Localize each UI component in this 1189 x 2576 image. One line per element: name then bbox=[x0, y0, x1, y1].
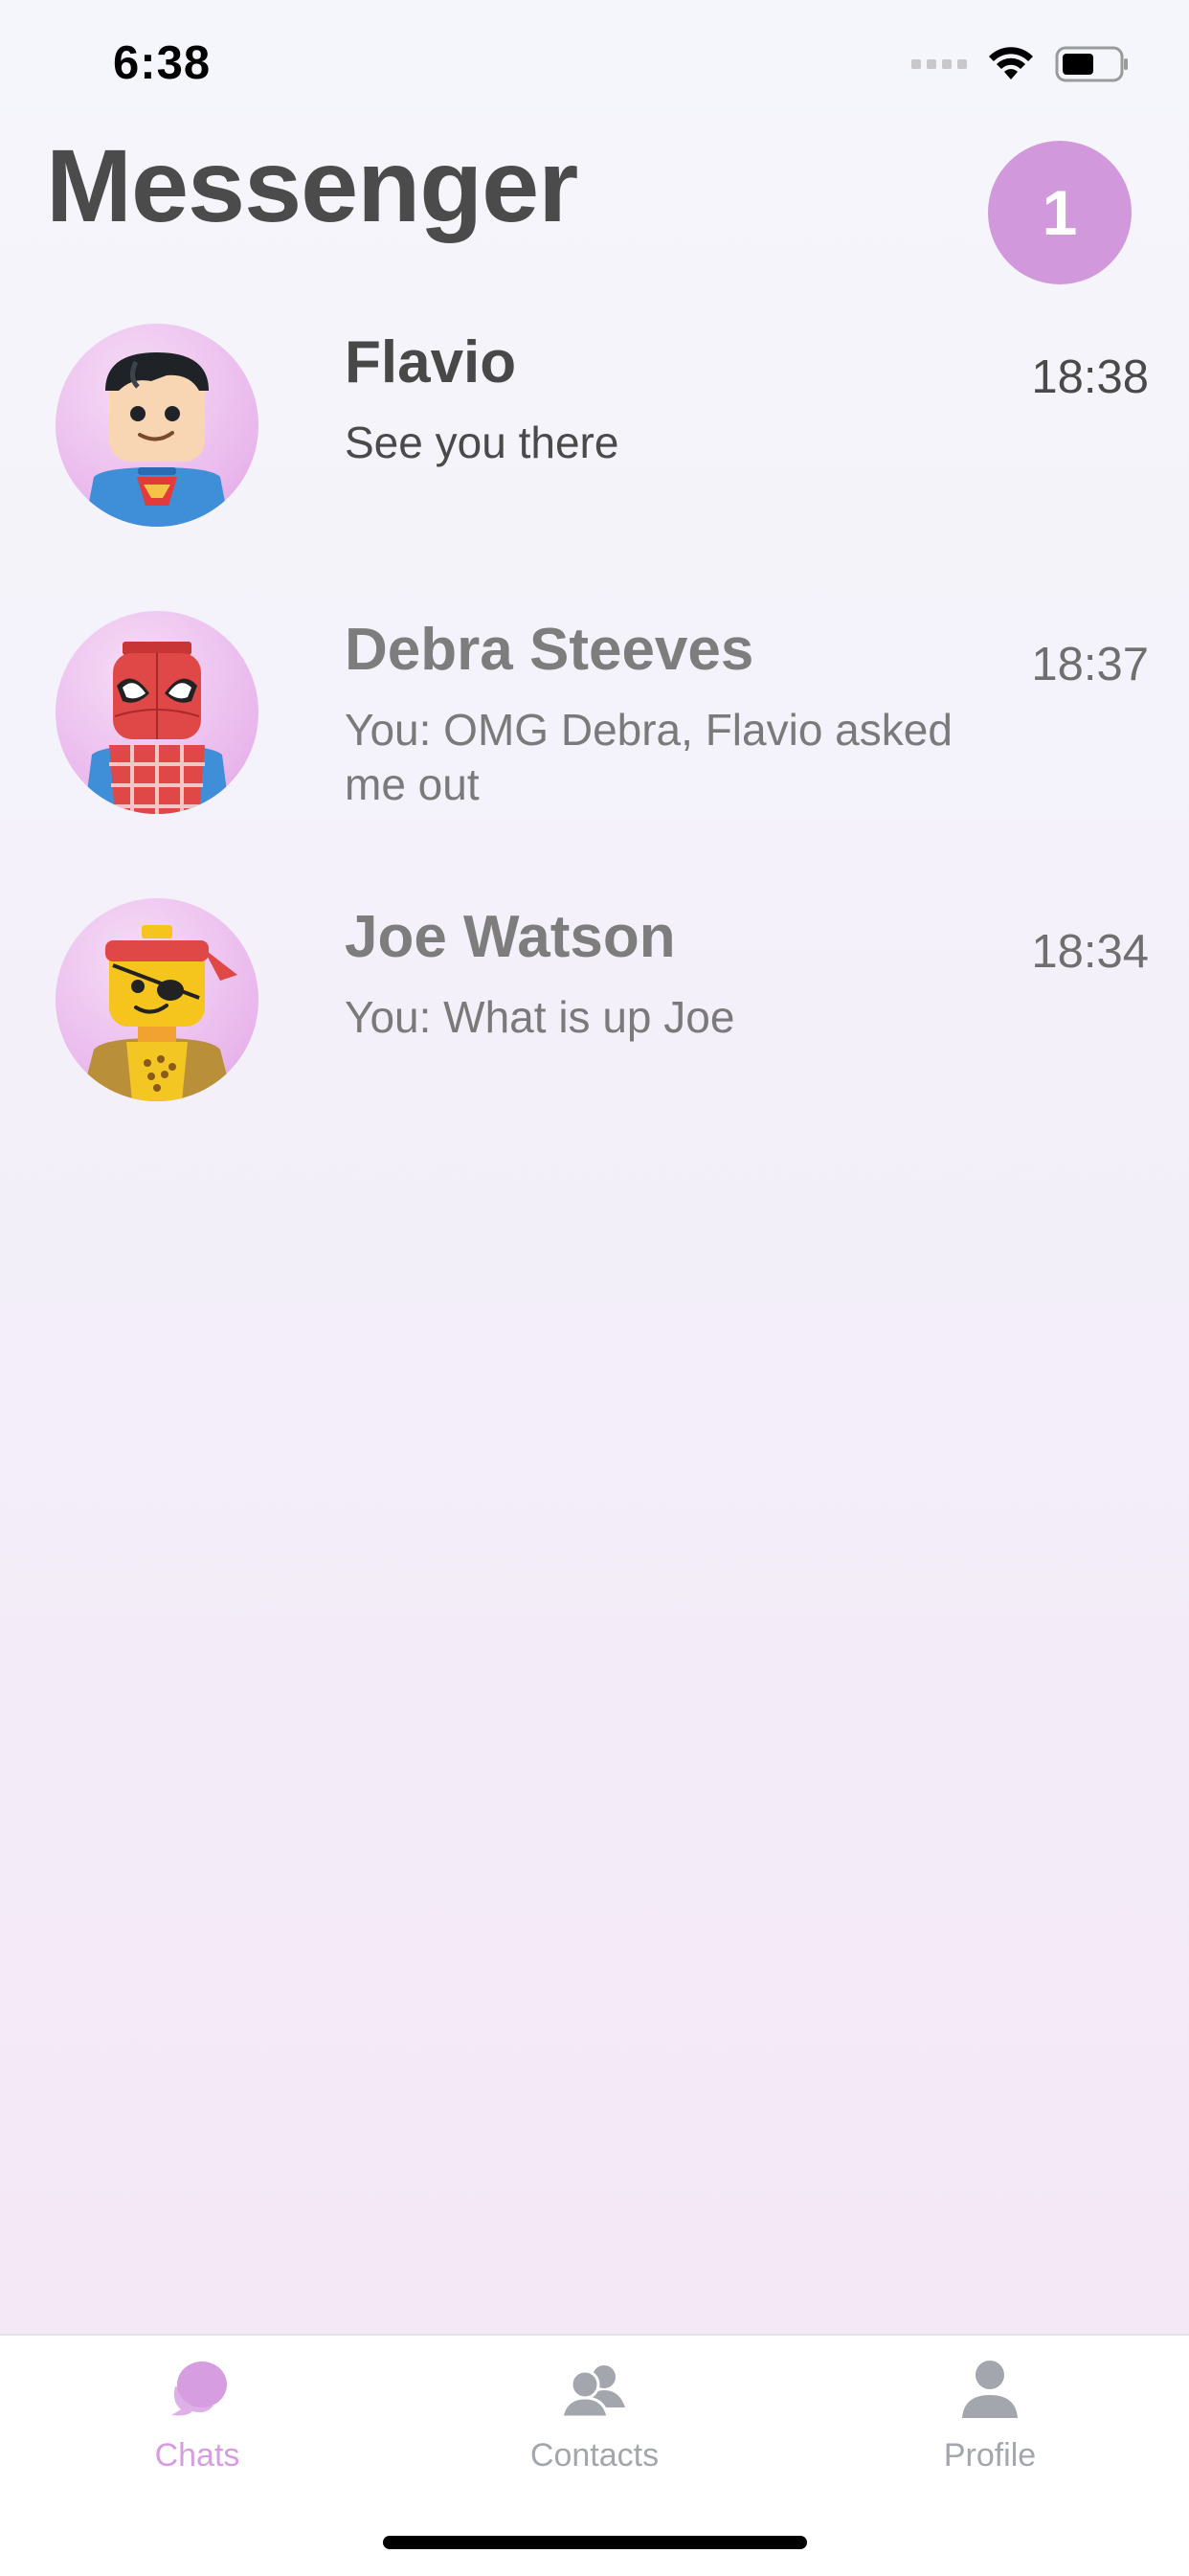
pirate-avatar-icon bbox=[56, 898, 258, 1101]
chat-list-item[interactable]: Flavio See you there 18:38 bbox=[0, 324, 1189, 573]
chat-time: 18:38 bbox=[1031, 351, 1149, 403]
wifi-icon bbox=[989, 47, 1033, 79]
status-time: 6:38 bbox=[113, 37, 212, 89]
battery-icon bbox=[1055, 46, 1128, 82]
tab-contacts[interactable]: Contacts bbox=[470, 2351, 719, 2474]
chat-preview: See you there bbox=[345, 418, 619, 467]
signal-icon bbox=[911, 59, 967, 69]
superhero-avatar-icon bbox=[56, 324, 258, 527]
tab-chats[interactable]: Chats bbox=[73, 2351, 322, 2474]
tab-label: Contacts bbox=[529, 2437, 660, 2474]
chat-preview: You: What is up Joe bbox=[345, 992, 735, 1042]
chat-name: Debra Steeves bbox=[345, 617, 754, 683]
chat-list-item[interactable]: Joe Watson You: What is up Joe 18:34 bbox=[0, 898, 1189, 1147]
person-icon bbox=[865, 2351, 1114, 2428]
spider-hero-avatar-icon bbox=[56, 611, 258, 814]
home-indicator[interactable] bbox=[383, 2536, 807, 2549]
chat-name: Joe Watson bbox=[345, 904, 676, 970]
page-title: Messenger bbox=[46, 127, 578, 243]
contacts-icon bbox=[470, 2351, 719, 2428]
status-bar: 6:38 bbox=[0, 0, 1189, 124]
chat-preview: You: OMG Debra, Flavio asked me out bbox=[345, 705, 953, 809]
chat-list-item[interactable]: Debra Steeves You: OMG Debra, Flavio ask… bbox=[0, 611, 1189, 860]
chat-time: 18:37 bbox=[1031, 639, 1149, 690]
chat-name: Flavio bbox=[345, 329, 517, 395]
tab-label: Profile bbox=[943, 2437, 1037, 2474]
status-icons bbox=[911, 46, 1130, 82]
chat-time: 18:34 bbox=[1031, 926, 1149, 978]
unread-count-badge[interactable]: 1 bbox=[988, 141, 1132, 284]
tab-profile[interactable]: Profile bbox=[865, 2351, 1114, 2474]
tab-label: Chats bbox=[154, 2437, 240, 2474]
chat-bubbles-icon bbox=[73, 2351, 322, 2428]
